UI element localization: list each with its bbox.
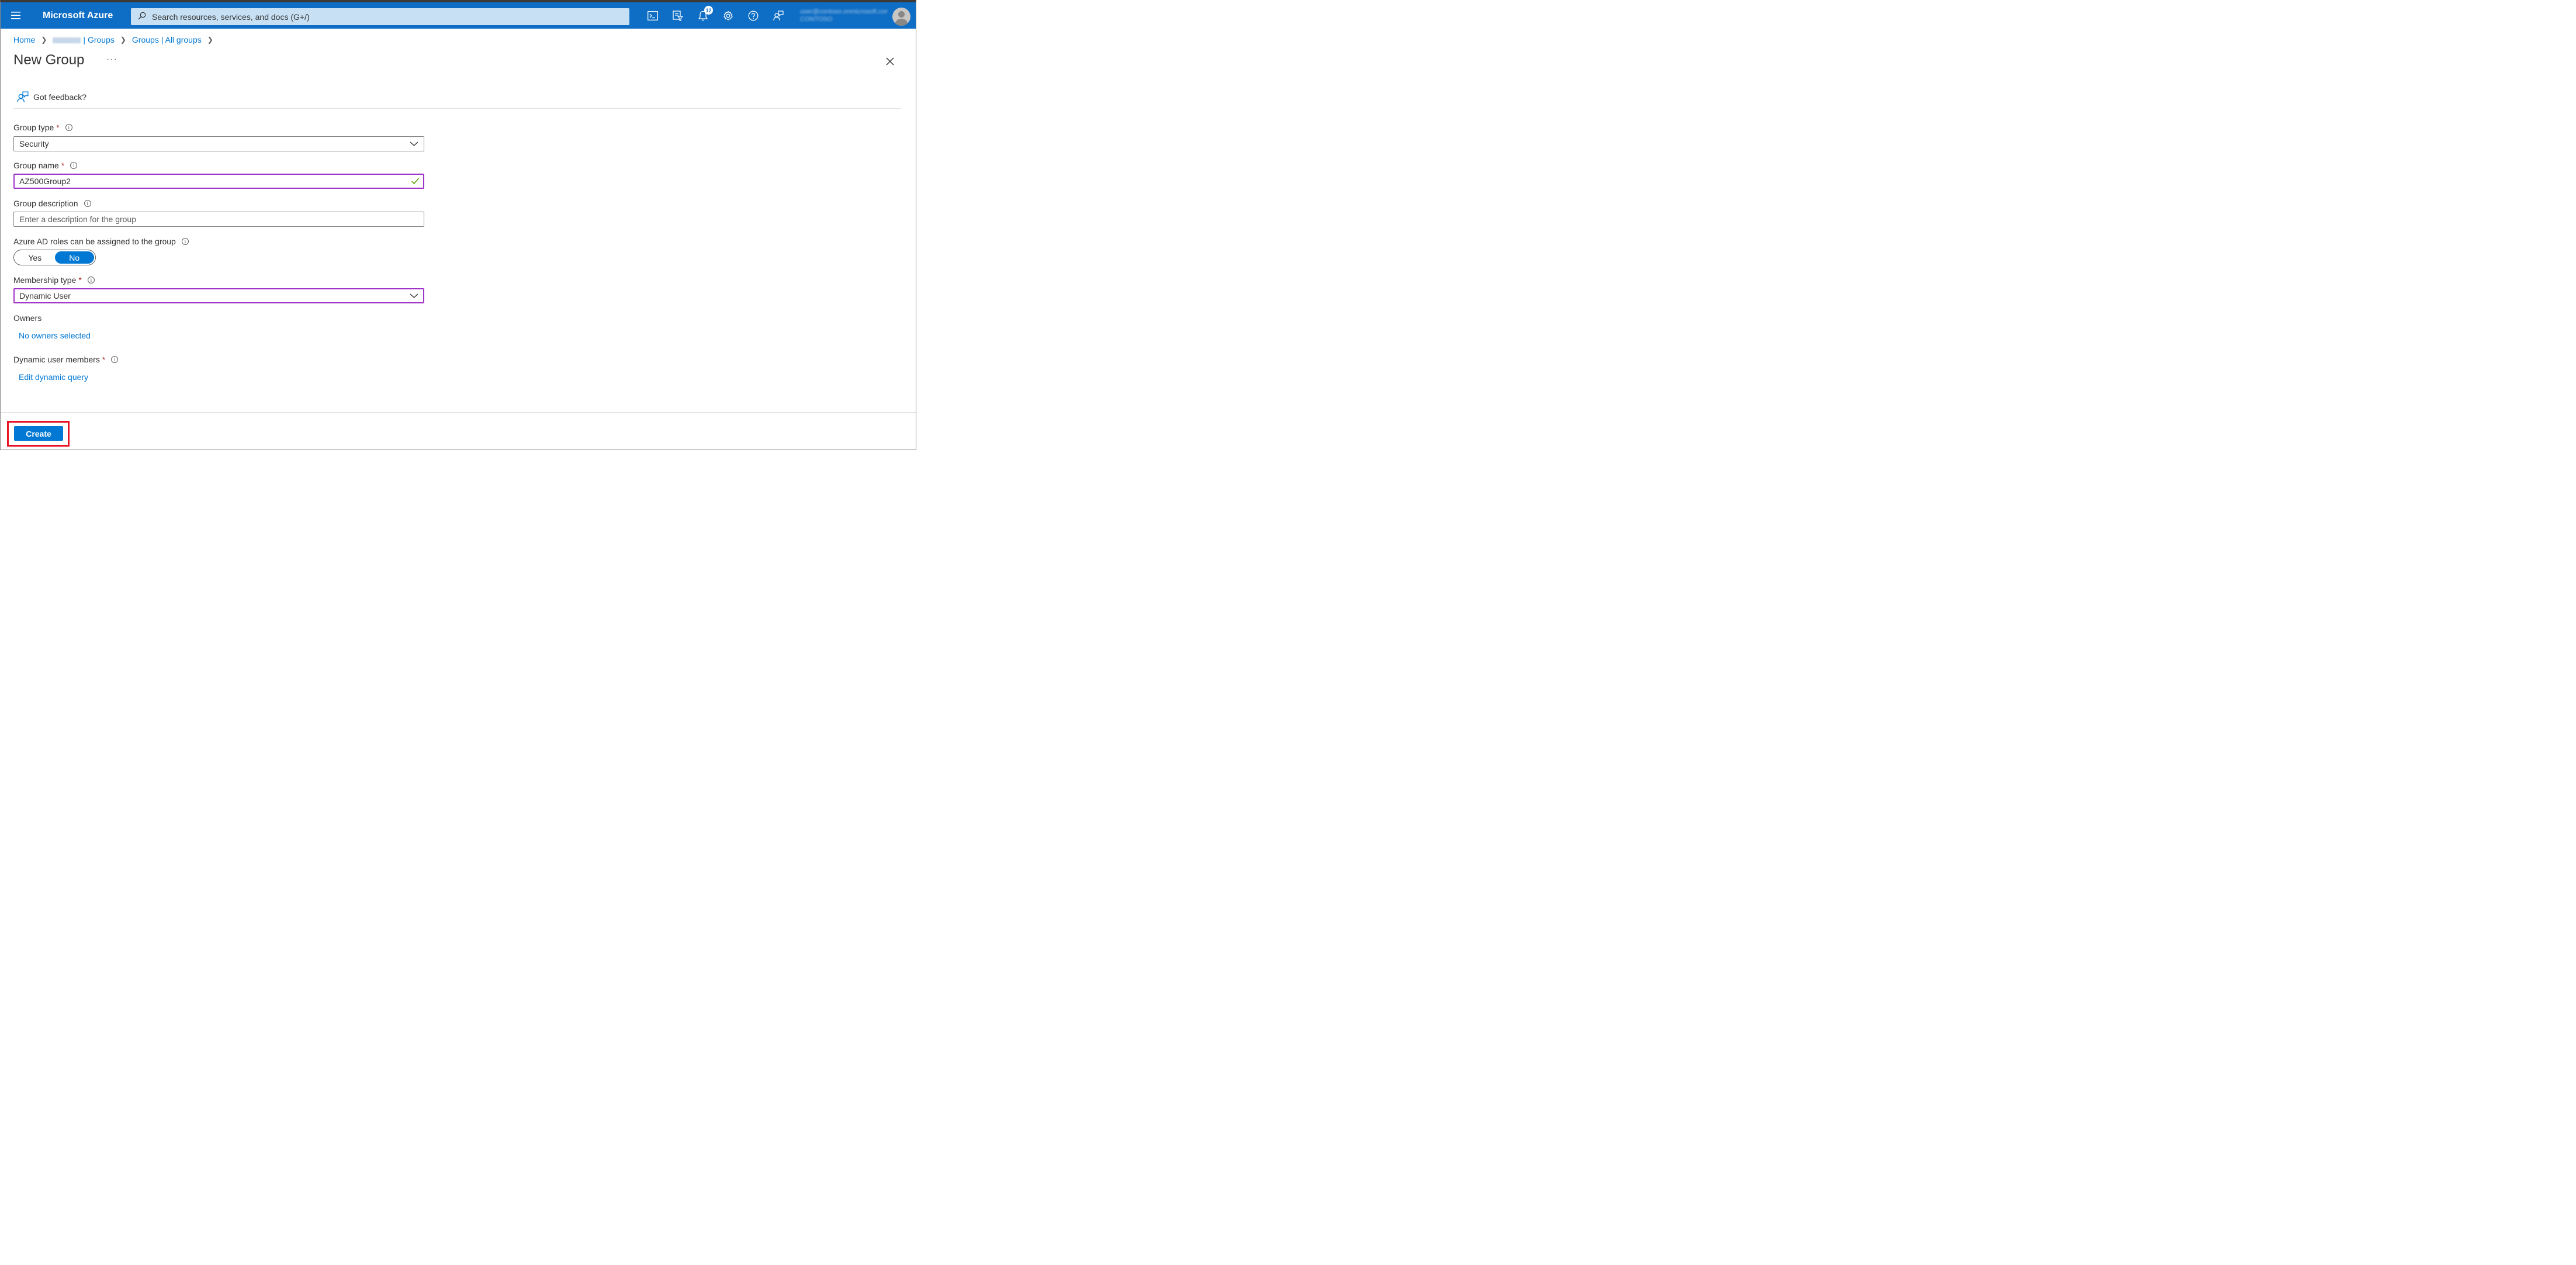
chevron-down-icon bbox=[410, 293, 418, 298]
more-options-icon[interactable]: ··· bbox=[106, 54, 117, 65]
membership-type-value: Dynamic User bbox=[19, 291, 71, 300]
dynamic-user-members-label: Dynamic user members * i bbox=[13, 355, 119, 364]
notifications-icon[interactable]: 12 bbox=[690, 2, 715, 29]
membership-type-label: Membership type * i bbox=[13, 275, 95, 285]
redacted-tenant bbox=[53, 37, 81, 44]
group-name-input[interactable]: AZ500Group2 bbox=[13, 174, 424, 189]
azure-ad-roles-label: Azure AD roles can be assigned to the gr… bbox=[13, 237, 189, 246]
toggle-no[interactable]: No bbox=[54, 251, 94, 264]
search-placeholder: Search resources, services, and docs (G+… bbox=[152, 12, 310, 22]
chevron-right-icon: ❯ bbox=[41, 36, 47, 44]
search-icon bbox=[138, 12, 146, 22]
global-search-input[interactable]: Search resources, services, and docs (G+… bbox=[131, 8, 629, 25]
toggle-yes[interactable]: Yes bbox=[15, 251, 55, 264]
chevron-right-icon: ❯ bbox=[207, 36, 213, 44]
edit-dynamic-query-link[interactable]: Edit dynamic query bbox=[19, 372, 88, 382]
divider bbox=[13, 108, 901, 109]
group-type-label: Group type * i bbox=[13, 123, 72, 132]
feedback-icon[interactable] bbox=[766, 2, 791, 29]
no-owners-selected-link[interactable]: No owners selected bbox=[19, 331, 91, 340]
info-icon[interactable]: i bbox=[70, 162, 78, 169]
group-type-select[interactable]: Security bbox=[13, 136, 424, 151]
create-button[interactable]: Create bbox=[14, 426, 63, 441]
group-description-placeholder: Enter a description for the group bbox=[19, 215, 137, 224]
chevron-down-icon bbox=[410, 141, 418, 146]
help-icon[interactable] bbox=[740, 2, 766, 29]
close-icon[interactable] bbox=[884, 56, 896, 67]
cloud-shell-icon[interactable] bbox=[640, 2, 665, 29]
membership-type-select[interactable]: Dynamic User bbox=[13, 288, 424, 303]
group-description-label: Group description i bbox=[13, 199, 91, 208]
portal-brand[interactable]: Microsoft Azure bbox=[31, 11, 130, 21]
notification-badge: 12 bbox=[704, 6, 713, 15]
footer-divider bbox=[1, 412, 916, 413]
azure-top-bar: Microsoft Azure Search resources, servic… bbox=[1, 2, 916, 29]
settings-icon[interactable] bbox=[715, 2, 740, 29]
owners-label: Owners bbox=[13, 313, 42, 323]
feedback-label: Got feedback? bbox=[33, 92, 87, 102]
group-name-value: AZ500Group2 bbox=[19, 177, 71, 186]
account-info[interactable]: user@contoso.onmicrosoft.com CONTOSO bbox=[800, 8, 888, 25]
page-title: New Group bbox=[13, 52, 85, 68]
info-icon[interactable]: i bbox=[181, 238, 189, 245]
directory-filter-icon[interactable] bbox=[665, 2, 690, 29]
menu-icon[interactable] bbox=[1, 2, 31, 29]
info-icon[interactable]: i bbox=[87, 276, 95, 284]
avatar[interactable] bbox=[892, 8, 910, 26]
group-type-value: Security bbox=[19, 139, 49, 148]
info-icon[interactable]: i bbox=[65, 124, 72, 131]
breadcrumb-home[interactable]: Home bbox=[13, 35, 35, 44]
breadcrumb-groups[interactable]: | Groups bbox=[53, 35, 115, 44]
breadcrumb-groups-label: | Groups bbox=[83, 35, 115, 44]
check-icon bbox=[411, 178, 420, 185]
chevron-right-icon: ❯ bbox=[120, 36, 126, 44]
group-name-label: Group name * i bbox=[13, 161, 78, 170]
info-icon[interactable]: i bbox=[111, 356, 119, 363]
feedback-link[interactable]: Got feedback? bbox=[17, 91, 86, 103]
azure-ad-roles-toggle[interactable]: Yes No bbox=[13, 250, 96, 265]
group-description-input[interactable]: Enter a description for the group bbox=[13, 212, 424, 227]
feedback-icon bbox=[17, 91, 29, 102]
breadcrumb-all-groups[interactable]: Groups | All groups bbox=[132, 35, 202, 44]
info-icon[interactable]: i bbox=[84, 200, 91, 207]
breadcrumb: Home ❯ | Groups ❯ Groups | All groups ❯ bbox=[13, 35, 219, 44]
